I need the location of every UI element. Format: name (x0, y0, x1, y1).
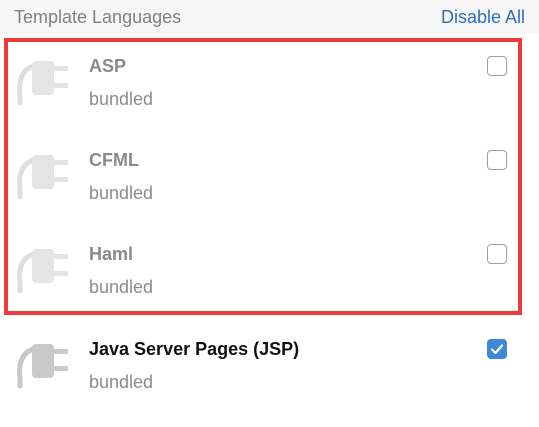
section-title: Template Languages (14, 7, 182, 27)
plugin-source: bundled (89, 89, 154, 109)
disable-all-link[interactable]: Disable All (441, 7, 525, 28)
plugin-plug-icon (14, 243, 72, 295)
check-icon (490, 344, 504, 355)
plugin-name: ASP (89, 56, 127, 76)
plugin-enable-checkbox[interactable] (487, 150, 507, 170)
plugin-row-cfml[interactable]: CFML bundled (0, 136, 539, 230)
plugin-source: bundled (89, 277, 154, 297)
plugin-row-jsp[interactable]: Java Server Pages (JSP) bundled (0, 325, 539, 419)
plugin-enable-checkbox[interactable] (487, 339, 507, 359)
plugin-enable-checkbox[interactable] (487, 244, 507, 264)
plugin-name: Haml (89, 244, 134, 264)
plugin-plug-icon (14, 149, 72, 201)
plugin-row-asp[interactable]: ASP bundled (0, 42, 539, 136)
plugin-plug-icon (14, 338, 72, 390)
section-header: Template Languages Disable All (0, 0, 539, 34)
plugin-source: bundled (89, 372, 154, 392)
plugin-plug-icon (14, 55, 72, 107)
plugin-enable-checkbox[interactable] (487, 56, 507, 76)
plugin-name: CFML (89, 150, 139, 170)
plugin-row-haml[interactable]: Haml bundled (0, 230, 539, 324)
plugin-name: Java Server Pages (JSP) (89, 339, 300, 359)
plugin-source: bundled (89, 183, 154, 203)
